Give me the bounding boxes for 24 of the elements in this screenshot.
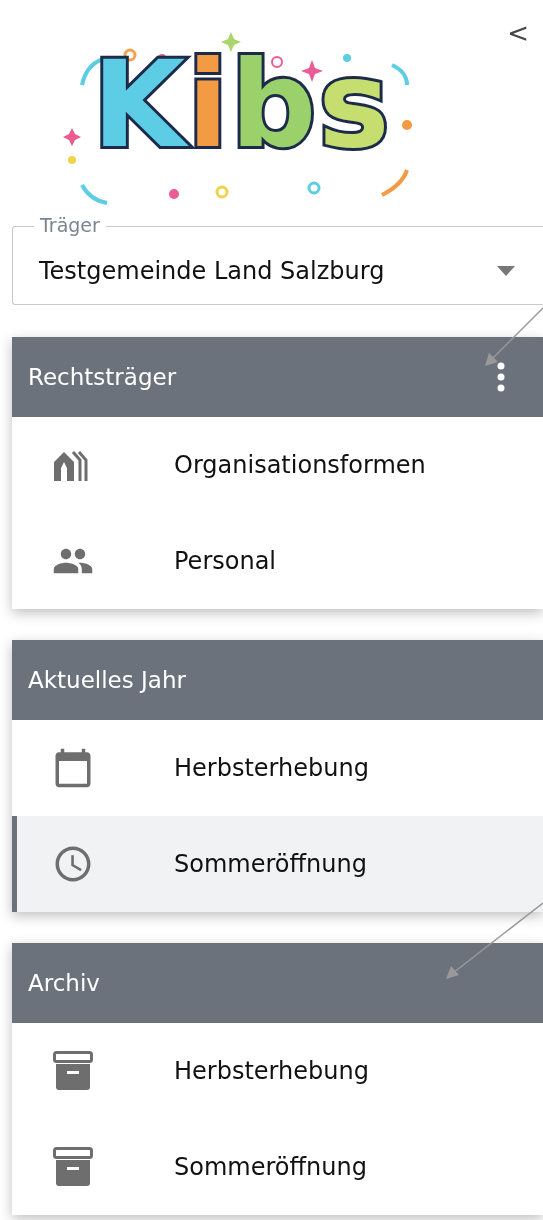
nav-item[interactable]: Herbsterhebung — [12, 720, 543, 816]
archive-icon — [53, 1147, 93, 1187]
field-value: Testgemeinde Land Salzburg — [39, 256, 386, 285]
nav-label: Organisationsformen — [174, 451, 426, 479]
nav-label: Herbsterhebung — [174, 754, 369, 782]
nav-label: Herbsterhebung — [174, 1057, 369, 1085]
nav-item[interactable]: Herbsterhebung — [12, 1023, 543, 1119]
collapse-button[interactable]: < — [501, 14, 535, 52]
nav-item[interactable]: Personal — [12, 513, 543, 609]
nav-item[interactable]: Organisationsformen — [12, 417, 543, 513]
nav-label: Sommeröffnung — [174, 1153, 367, 1181]
nav-item[interactable]: Sommeröffnung — [12, 1119, 543, 1215]
nav-item[interactable]: Sommeröffnung — [12, 816, 543, 912]
archive-icon — [53, 1051, 93, 1091]
kebab-icon — [497, 362, 505, 392]
nav-label: Sommeröffnung — [174, 850, 367, 878]
section-title: Rechtsträger — [28, 364, 177, 390]
logo: Kibs — [62, 20, 422, 190]
leader-line — [485, 308, 543, 366]
nav-label: Personal — [174, 547, 277, 575]
section-title: Archiv — [28, 970, 100, 996]
carrier-select[interactable]: Träger Testgemeinde Land Salzburg — [12, 213, 543, 305]
dropdown-caret-icon — [497, 265, 515, 276]
section-title: Aktuelles Jahr — [28, 667, 186, 693]
